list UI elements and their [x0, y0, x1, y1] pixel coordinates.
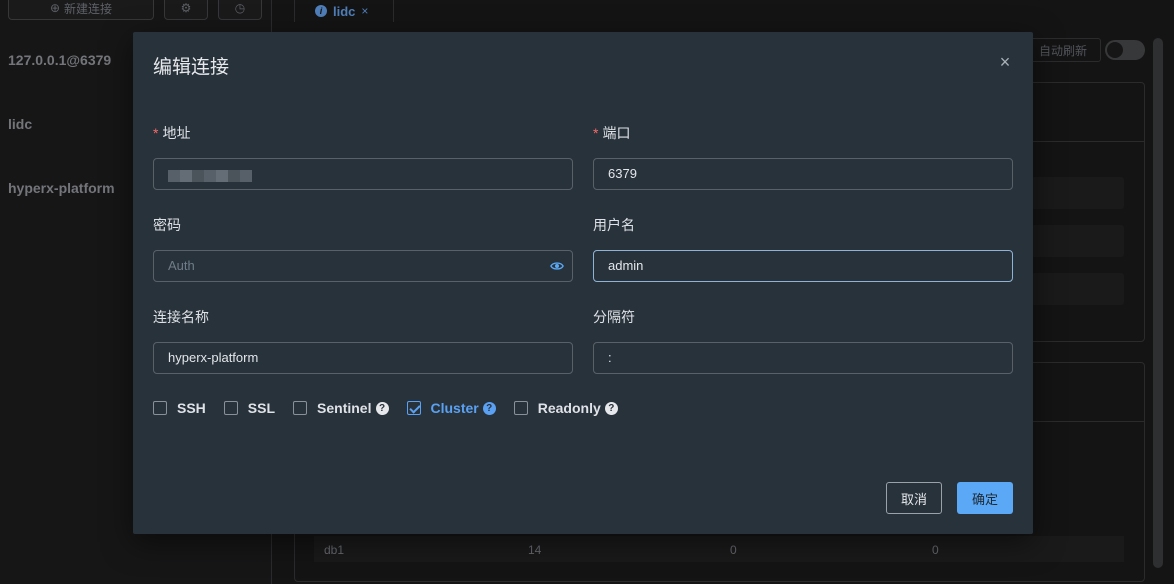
option-readonly[interactable]: Readonly ?: [513, 400, 618, 416]
dialog-title: 编辑连接: [153, 57, 230, 78]
confirm-button[interactable]: 确定: [957, 482, 1013, 514]
address-label: * 地址: [153, 125, 191, 141]
port-input[interactable]: 6379: [593, 158, 1013, 190]
username-value: admin: [608, 258, 644, 273]
option-ssh[interactable]: SSH: [153, 400, 206, 416]
edit-connection-dialog: 编辑连接 × * 地址 * 端口 6379 密码 Auth 用户名 admin 连接…: [133, 32, 1033, 534]
password-placeholder: Auth: [168, 258, 195, 273]
connection-name-label: 连接名称: [153, 309, 209, 325]
username-label: 用户名: [593, 217, 635, 233]
eye-icon[interactable]: [550, 259, 564, 273]
redacted-address: [168, 170, 252, 182]
option-sentinel[interactable]: Sentinel ?: [293, 400, 389, 416]
connection-name-input[interactable]: hyperx-platform: [153, 342, 573, 374]
port-value: 6379: [608, 166, 637, 181]
required-mark: *: [153, 125, 159, 141]
ssh-checkbox[interactable]: [153, 401, 167, 415]
separator-input[interactable]: :: [593, 342, 1013, 374]
readonly-checkbox[interactable]: [513, 401, 528, 415]
cluster-checkbox[interactable]: [406, 401, 421, 415]
help-icon[interactable]: ?: [604, 401, 618, 415]
close-icon[interactable]: ×: [997, 53, 1013, 71]
password-label: 密码: [153, 217, 181, 233]
ssl-checkbox[interactable]: [223, 401, 238, 415]
help-icon[interactable]: ?: [482, 401, 496, 415]
connection-options: SSH SSL Sentinel ? Cluster ? Readonly ?: [153, 400, 636, 416]
required-mark: *: [593, 125, 599, 141]
separator-label: 分隔符: [593, 309, 635, 325]
option-ssl[interactable]: SSL: [223, 400, 275, 416]
sentinel-checkbox[interactable]: [293, 401, 308, 415]
password-input[interactable]: Auth: [153, 250, 573, 282]
username-input[interactable]: admin: [593, 250, 1013, 282]
help-icon[interactable]: ?: [375, 401, 389, 415]
cancel-button[interactable]: 取消: [886, 482, 942, 514]
address-input[interactable]: [153, 158, 573, 190]
port-label: * 端口: [593, 125, 631, 141]
option-cluster[interactable]: Cluster ?: [406, 400, 496, 416]
connection-name-value: hyperx-platform: [168, 350, 259, 365]
separator-value: :: [608, 350, 612, 365]
